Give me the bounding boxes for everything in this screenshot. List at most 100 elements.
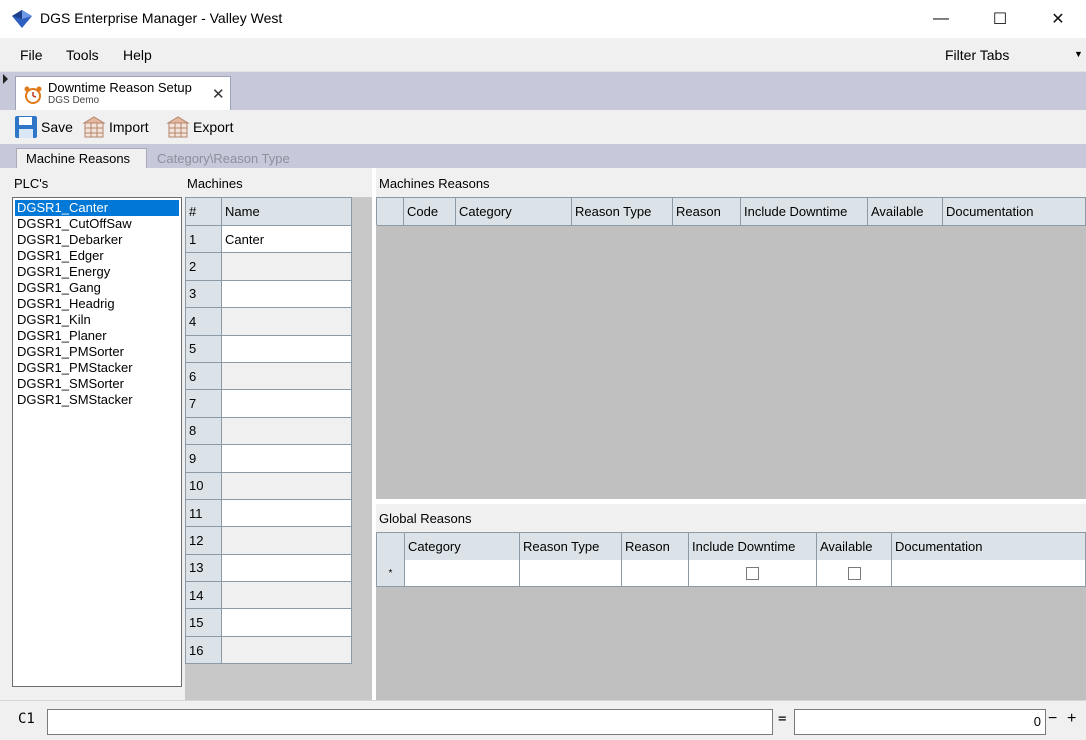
machine-name-cell[interactable] bbox=[221, 526, 352, 555]
column-header-category[interactable]: Category bbox=[456, 198, 572, 226]
list-item[interactable]: DGSR1_Canter bbox=[15, 200, 179, 216]
column-header-reason-type[interactable]: Reason Type bbox=[572, 198, 673, 226]
available-checkbox[interactable] bbox=[847, 566, 861, 580]
column-header-reason[interactable]: Reason bbox=[622, 533, 689, 561]
cell-reference: C1 bbox=[18, 711, 35, 727]
list-item[interactable]: DGSR1_PMStacker bbox=[15, 360, 135, 376]
list-item[interactable]: DGSR1_Energy bbox=[15, 264, 112, 280]
list-item[interactable]: DGSR1_Debarker bbox=[15, 232, 125, 248]
save-label: Save bbox=[41, 119, 73, 135]
machine-name-cell[interactable] bbox=[221, 498, 352, 528]
list-item[interactable]: DGSR1_CutOffSaw bbox=[15, 216, 134, 232]
list-item[interactable]: DGSR1_Gang bbox=[15, 280, 103, 296]
tab-machine-reasons[interactable]: Machine Reasons bbox=[16, 148, 147, 168]
machine-name-cell[interactable] bbox=[221, 252, 352, 281]
table-row[interactable]: 3 bbox=[185, 279, 352, 309]
machine-name-cell[interactable]: Canter bbox=[221, 224, 352, 254]
table-row[interactable]: 7 bbox=[185, 389, 352, 418]
list-item[interactable]: DGSR1_Planer bbox=[15, 328, 109, 344]
formula-input[interactable] bbox=[47, 709, 773, 735]
column-header-number[interactable]: # bbox=[185, 197, 222, 226]
save-button[interactable]: Save bbox=[14, 115, 73, 139]
import-button[interactable]: Import bbox=[82, 115, 149, 139]
include-downtime-checkbox[interactable] bbox=[746, 566, 759, 580]
documentation-cell[interactable] bbox=[892, 560, 1086, 587]
tab-category-reason-type[interactable]: Category\Reason Type bbox=[157, 151, 290, 166]
filter-tabs-dropdown[interactable]: Filter Tabs bbox=[945, 47, 1009, 63]
machine-name-cell[interactable] bbox=[221, 279, 352, 309]
table-row[interactable]: 16 bbox=[185, 635, 352, 665]
category-cell[interactable] bbox=[405, 560, 520, 587]
minimize-button[interactable]: — bbox=[918, 0, 964, 38]
table-row[interactable]: 2 bbox=[185, 252, 352, 281]
table-row[interactable]: 11 bbox=[185, 498, 352, 528]
save-icon bbox=[15, 116, 37, 138]
table-row[interactable]: 12 bbox=[185, 526, 352, 555]
list-item[interactable]: DGSR1_PMSorter bbox=[15, 344, 126, 360]
row-header-column[interactable] bbox=[377, 198, 404, 226]
column-header-include-downtime[interactable]: Include Downtime bbox=[741, 198, 868, 226]
machine-name-cell[interactable] bbox=[221, 416, 352, 446]
machine-name-cell[interactable] bbox=[221, 471, 352, 500]
export-icon bbox=[166, 116, 190, 138]
include-downtime-cell[interactable] bbox=[689, 560, 817, 587]
row-number: 2 bbox=[185, 252, 222, 281]
decrement-button[interactable]: − bbox=[1048, 710, 1057, 728]
table-row[interactable]: 6 bbox=[185, 361, 352, 391]
table-row[interactable]: 10 bbox=[185, 471, 352, 500]
machine-name-cell[interactable] bbox=[221, 635, 352, 665]
list-item[interactable]: DGSR1_Edger bbox=[15, 248, 106, 264]
reason-cell[interactable] bbox=[622, 560, 689, 587]
reason-type-cell[interactable] bbox=[520, 560, 622, 587]
available-cell[interactable] bbox=[817, 560, 892, 587]
list-item[interactable]: DGSR1_Kiln bbox=[15, 312, 93, 328]
close-tab-icon[interactable]: ✕ bbox=[212, 85, 225, 103]
close-window-button[interactable]: ✕ bbox=[1035, 0, 1081, 38]
row-number: 5 bbox=[185, 334, 222, 363]
grid-header: Code Category Reason Type Reason Include… bbox=[376, 197, 1086, 226]
table-row[interactable]: 13 bbox=[185, 553, 352, 583]
table-row[interactable]: 5 bbox=[185, 334, 352, 363]
value-field[interactable]: 0 bbox=[794, 709, 1046, 735]
machine-name-cell[interactable] bbox=[221, 361, 352, 391]
column-header-include-downtime[interactable]: Include Downtime bbox=[689, 533, 817, 561]
export-button[interactable]: Export bbox=[166, 115, 233, 139]
menu-help[interactable]: Help bbox=[123, 47, 152, 63]
table-row[interactable]: 8 bbox=[185, 416, 352, 446]
column-header-name[interactable]: Name bbox=[221, 197, 352, 226]
table-row[interactable]: 14 bbox=[185, 581, 352, 610]
table-row[interactable]: 9 bbox=[185, 444, 352, 473]
dropdown-arrow-icon[interactable]: ▼ bbox=[1074, 49, 1083, 59]
maximize-button[interactable]: ☐ bbox=[977, 0, 1023, 38]
menu-tools[interactable]: Tools bbox=[66, 47, 99, 63]
table-row[interactable]: 4 bbox=[185, 307, 352, 336]
column-header-code[interactable]: Code bbox=[404, 198, 456, 226]
row-header-column[interactable] bbox=[377, 533, 405, 561]
column-header-available[interactable]: Available bbox=[817, 533, 892, 561]
table-row[interactable]: 1 Canter bbox=[185, 224, 352, 254]
list-item[interactable]: DGSR1_SMStacker bbox=[15, 392, 135, 408]
increment-button[interactable]: + bbox=[1067, 710, 1076, 728]
machine-name-cell[interactable] bbox=[221, 553, 352, 583]
tab-downtime-reason-setup[interactable]: Downtime Reason Setup DGS Demo ✕ bbox=[15, 76, 231, 110]
new-row-marker: * bbox=[377, 560, 405, 587]
machine-name-cell[interactable] bbox=[221, 307, 352, 336]
column-header-category[interactable]: Category bbox=[405, 533, 520, 561]
plc-list[interactable]: DGSR1_Canter DGSR1_CutOffSaw DGSR1_Debar… bbox=[12, 197, 182, 687]
machine-name-cell[interactable] bbox=[221, 444, 352, 473]
column-header-reason-type[interactable]: Reason Type bbox=[520, 533, 622, 561]
list-item[interactable]: DGSR1_SMSorter bbox=[15, 376, 126, 392]
table-row[interactable]: 15 bbox=[185, 608, 352, 637]
column-header-reason[interactable]: Reason bbox=[673, 198, 741, 226]
machine-name-cell[interactable] bbox=[221, 581, 352, 610]
column-header-documentation[interactable]: Documentation bbox=[943, 198, 1086, 226]
menu-file[interactable]: File bbox=[20, 47, 43, 63]
machine-name-cell[interactable] bbox=[221, 334, 352, 363]
machine-name-cell[interactable] bbox=[221, 389, 352, 418]
new-row[interactable]: * bbox=[376, 560, 1086, 587]
machine-name-cell[interactable] bbox=[221, 608, 352, 637]
row-number: 1 bbox=[185, 224, 222, 254]
column-header-available[interactable]: Available bbox=[868, 198, 943, 226]
list-item[interactable]: DGSR1_Headrig bbox=[15, 296, 117, 312]
column-header-documentation[interactable]: Documentation bbox=[892, 533, 1086, 561]
